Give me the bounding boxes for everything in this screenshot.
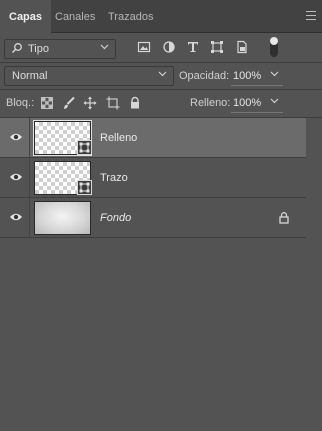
- lock-position-move-icon[interactable]: [83, 96, 97, 110]
- chevron-down-icon: [158, 71, 167, 77]
- smart-object-filter-icon[interactable]: [235, 40, 249, 54]
- tab-trazados[interactable]: Trazados: [99, 0, 162, 32]
- lock-artboard-icon[interactable]: [106, 96, 120, 110]
- eye-visibility-icon[interactable]: [9, 132, 23, 142]
- lock-transparent-pixels-icon[interactable]: [40, 96, 54, 110]
- search-icon: [11, 43, 22, 54]
- shape-layer-badge-icon: [77, 180, 92, 195]
- opacity-chevron-icon[interactable]: [270, 71, 279, 77]
- panel-tab-bar: Capas Canales Trazados: [0, 0, 322, 33]
- fill-chevron-icon[interactable]: [270, 98, 279, 104]
- lock-image-pixels-brush-icon[interactable]: [62, 96, 76, 110]
- eye-visibility-icon[interactable]: [9, 212, 23, 222]
- filter-kind-select[interactable]: Tipo: [4, 39, 116, 59]
- chevron-down-icon: [100, 44, 109, 50]
- shape-layer-badge-icon: [77, 140, 92, 155]
- layer-row-relleno[interactable]: Relleno: [0, 118, 306, 158]
- layer-row-fondo[interactable]: Fondo: [0, 198, 306, 238]
- fill-input[interactable]: 100%: [233, 97, 261, 109]
- layer-thumbnail[interactable]: [34, 201, 91, 235]
- opacity-underline: [231, 85, 283, 86]
- layer-name[interactable]: Trazo: [100, 172, 128, 184]
- divider: [0, 62, 322, 63]
- filter-kind-label: Tipo: [28, 43, 49, 55]
- layer-name[interactable]: Fondo: [100, 212, 131, 224]
- fill-label: Relleno:: [190, 97, 231, 109]
- tab-canales[interactable]: Canales: [46, 0, 104, 32]
- panel-menu-icon[interactable]: [306, 11, 316, 20]
- shape-filter-icon[interactable]: [210, 40, 224, 54]
- layer-name[interactable]: Relleno: [100, 132, 137, 144]
- lock-all-icon[interactable]: [128, 96, 142, 110]
- eye-visibility-icon[interactable]: [9, 172, 23, 182]
- divider: [0, 89, 322, 90]
- image-filter-icon[interactable]: [137, 40, 151, 54]
- lock-icon[interactable]: [278, 211, 290, 224]
- lock-label: Bloq.:: [6, 97, 35, 109]
- type-filter-icon[interactable]: [186, 40, 200, 54]
- fill-underline: [231, 112, 283, 113]
- adjustment-filter-icon[interactable]: [162, 40, 176, 54]
- opacity-label: Opacidad:: [179, 70, 230, 82]
- layer-row-trazo[interactable]: Trazo: [0, 158, 306, 198]
- tab-capas[interactable]: Capas: [0, 0, 52, 33]
- blend-mode-value: Normal: [12, 70, 48, 82]
- opacity-input[interactable]: 100%: [233, 70, 261, 82]
- filter-toggle-switch[interactable]: [270, 37, 278, 57]
- blend-mode-select[interactable]: Normal: [4, 66, 174, 86]
- layers-list: Relleno Trazo Fondo: [0, 118, 306, 238]
